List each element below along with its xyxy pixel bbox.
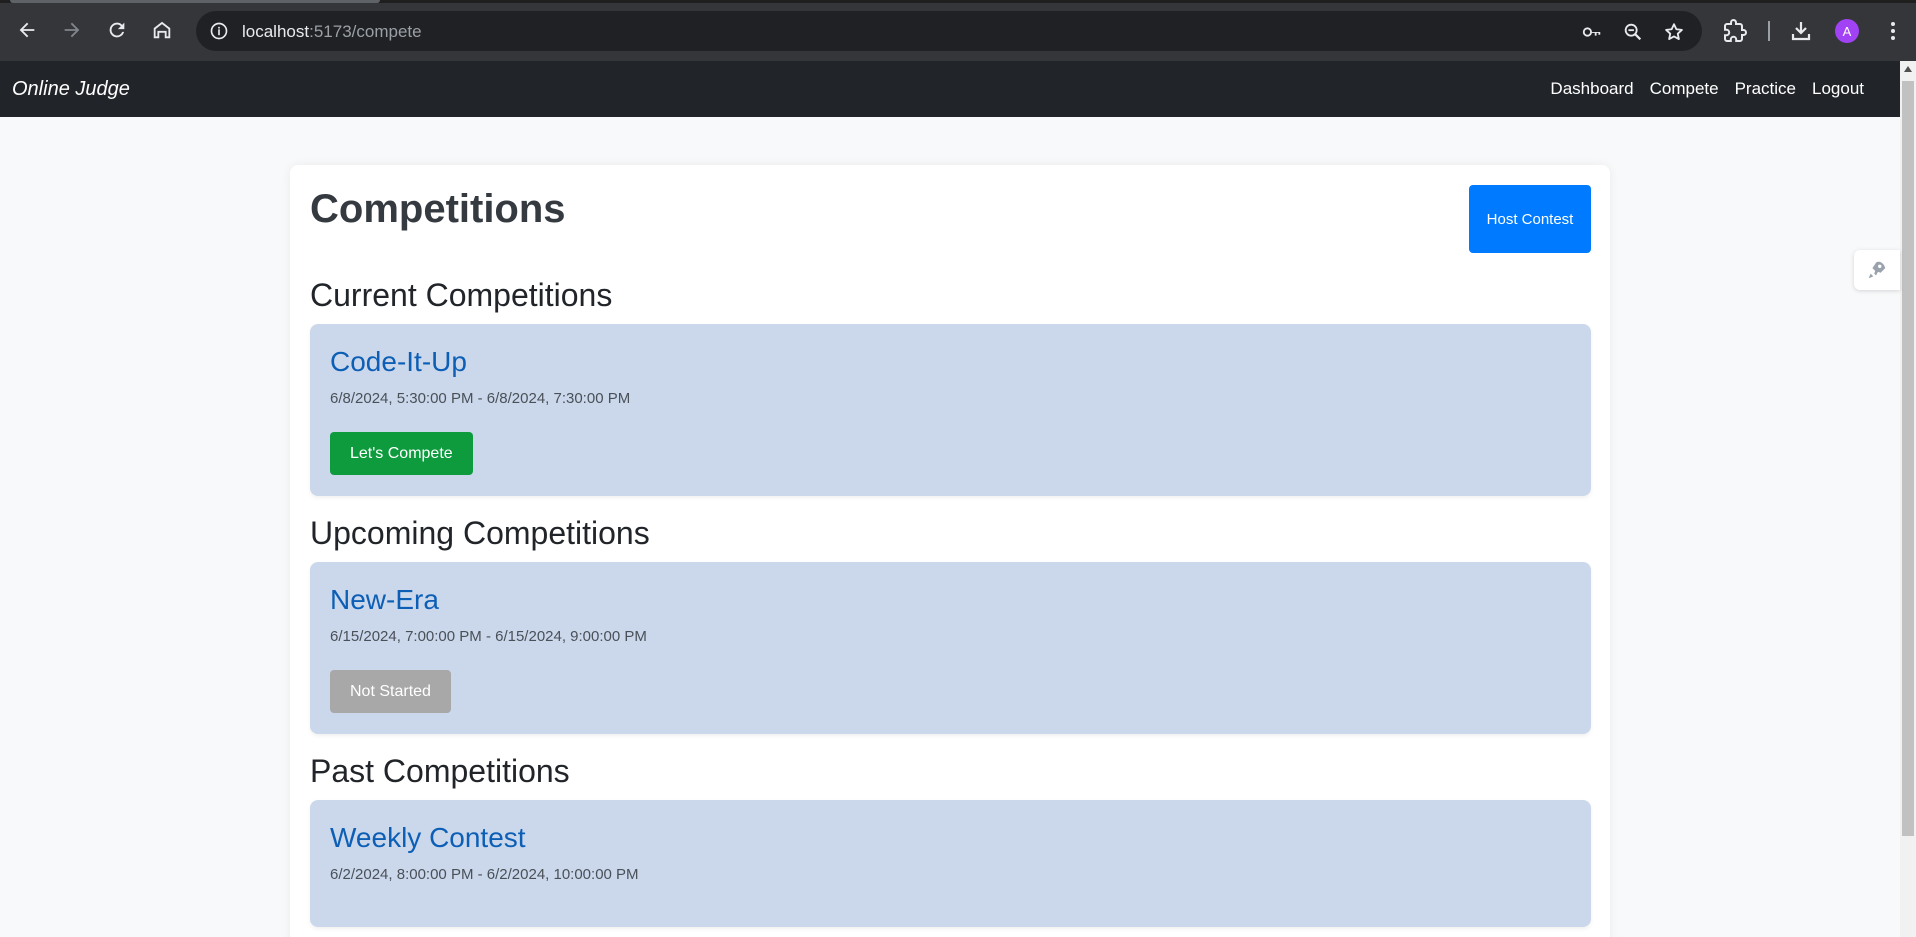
nav-practice[interactable]: Practice: [1735, 79, 1796, 99]
page-scrollbar[interactable]: [1900, 61, 1916, 937]
reload-icon[interactable]: [101, 14, 133, 46]
browser-toolbar: localhost:5173/compete A: [0, 0, 1916, 61]
competition-card-upcoming: New-Era 6/15/2024, 7:00:00 PM - 6/15/202…: [310, 562, 1591, 734]
toolbar-divider: [1768, 21, 1770, 41]
rocket-widget-icon[interactable]: [1854, 250, 1900, 290]
nav-dashboard[interactable]: Dashboard: [1550, 79, 1633, 99]
password-key-icon[interactable]: [1580, 20, 1604, 44]
download-icon[interactable]: [1788, 18, 1814, 44]
url-text[interactable]: localhost:5173/compete: [242, 22, 422, 42]
upcoming-competitions-heading: Upcoming Competitions: [310, 515, 650, 551]
current-competitions-heading: Current Competitions: [310, 277, 613, 313]
competition-name[interactable]: Weekly Contest: [330, 822, 526, 854]
host-contest-button[interactable]: Host Contest: [1469, 185, 1591, 253]
nav-compete[interactable]: Compete: [1650, 79, 1719, 99]
back-arrow-icon[interactable]: [11, 14, 43, 46]
profile-avatar[interactable]: A: [1835, 19, 1859, 43]
competition-name[interactable]: Code-It-Up: [330, 346, 467, 378]
lets-compete-button[interactable]: Let's Compete: [330, 432, 473, 475]
competitions-card: Competitions Host Contest Current Compet…: [290, 165, 1610, 937]
url-host: localhost: [242, 22, 310, 41]
url-path: :5173/compete: [309, 22, 422, 41]
competition-card-current: Code-It-Up 6/8/2024, 5:30:00 PM - 6/8/20…: [310, 324, 1591, 496]
site-info-icon[interactable]: [204, 16, 234, 46]
competition-dates: 6/15/2024, 7:00:00 PM - 6/15/2024, 9:00:…: [330, 628, 647, 645]
competition-card-past: Weekly Contest 6/2/2024, 8:00:00 PM - 6/…: [310, 800, 1591, 927]
brand-logo[interactable]: Online Judge: [12, 78, 130, 101]
home-icon[interactable]: [146, 14, 178, 46]
app-navbar: Online Judge Dashboard Compete Practice …: [0, 61, 1900, 117]
scroll-up-arrow-icon[interactable]: [1904, 66, 1912, 72]
competition-name[interactable]: New-Era: [330, 584, 439, 616]
extensions-puzzle-icon[interactable]: [1722, 18, 1748, 44]
scrollbar-thumb[interactable]: [1902, 81, 1914, 836]
active-tab-indicator: [10, 0, 380, 3]
page-title: Competitions: [310, 187, 566, 231]
zoom-icon[interactable]: [1621, 20, 1645, 44]
competition-dates: 6/8/2024, 5:30:00 PM - 6/8/2024, 7:30:00…: [330, 390, 631, 407]
forward-arrow-icon[interactable]: [56, 14, 88, 46]
competition-dates: 6/2/2024, 8:00:00 PM - 6/2/2024, 10:00:0…: [330, 866, 639, 883]
bookmark-star-icon[interactable]: [1662, 20, 1686, 44]
browser-menu-icon[interactable]: [1880, 18, 1906, 44]
address-bar[interactable]: localhost:5173/compete: [196, 11, 1702, 51]
nav-logout[interactable]: Logout: [1812, 79, 1864, 99]
nav-links: Dashboard Compete Practice Logout: [1550, 79, 1864, 99]
past-competitions-heading: Past Competitions: [310, 753, 570, 789]
not-started-button: Not Started: [330, 670, 451, 713]
